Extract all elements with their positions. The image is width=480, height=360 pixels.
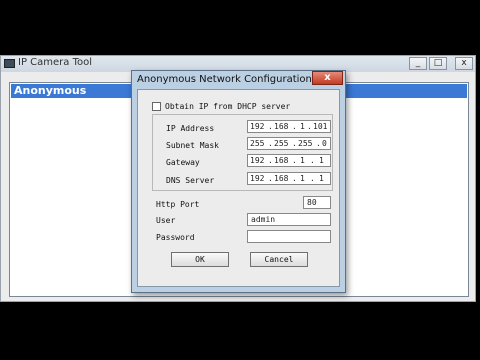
ok-button[interactable]: OK (171, 252, 229, 267)
dns-server-input[interactable]: 192. 168. 1. 1 (247, 172, 331, 185)
subnet-mask-label: Subnet Mask (166, 141, 219, 150)
subnet-mask-input[interactable]: 255. 255. 255. 0 (247, 137, 331, 150)
gateway-input[interactable]: 192. 168. 1. 1 (247, 154, 331, 167)
ip-address-label: IP Address (166, 124, 215, 133)
dialog-body: Obtain IP from DHCP server IP Address 19… (137, 89, 340, 287)
maximize-button[interactable]: □ (429, 57, 447, 70)
network-config-dialog: Anonymous Network Configuration x Obtain… (131, 70, 346, 293)
password-input[interactable] (247, 230, 331, 243)
window-title: IP Camera Tool (18, 57, 93, 68)
app-icon (4, 59, 15, 68)
ip-address-input[interactable]: 192. 168. 1. 101 (247, 120, 331, 133)
dhcp-label: Obtain IP from DHCP server (165, 102, 291, 111)
dns-server-label: DNS Server (166, 176, 215, 185)
http-port-label: Http Port (156, 200, 200, 209)
password-label: Password (156, 233, 195, 242)
close-button[interactable]: x (455, 57, 473, 70)
minimize-button[interactable]: _ (409, 57, 427, 70)
user-input[interactable]: admin (247, 213, 331, 226)
dhcp-checkbox[interactable] (152, 102, 161, 111)
http-port-input[interactable]: 80 (303, 196, 331, 209)
dialog-close-button[interactable]: x (312, 71, 343, 85)
dialog-title: Anonymous Network Configuration (137, 74, 312, 85)
user-label: User (156, 216, 176, 225)
gateway-label: Gateway (166, 158, 200, 167)
cancel-button[interactable]: Cancel (250, 252, 308, 267)
